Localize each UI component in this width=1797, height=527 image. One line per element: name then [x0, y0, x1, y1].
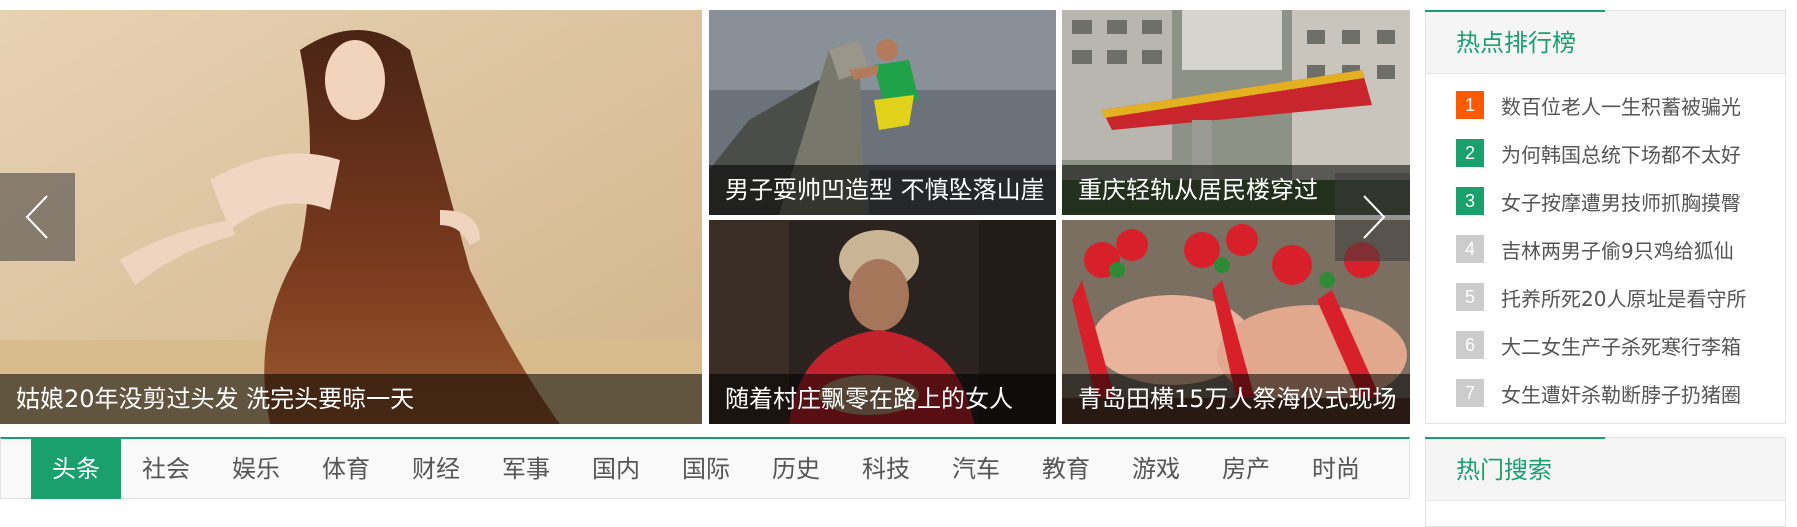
tile-1[interactable]: 男子耍帅凹造型 不慎坠落山崖 — [709, 10, 1056, 215]
rank-item[interactable]: 6 大二女生产子杀死寒行李箱 — [1456, 330, 1766, 360]
chevron-left-icon — [25, 195, 48, 239]
hot-search-panel: 热门搜索 — [1425, 437, 1786, 527]
rank-item[interactable]: 3 女子按摩遭男技师抓胸摸臀 — [1456, 186, 1766, 216]
tab-5[interactable]: 军事 — [481, 439, 571, 499]
tab-3[interactable]: 体育 — [301, 439, 391, 499]
tab-1[interactable]: 社会 — [121, 439, 211, 499]
tab-2[interactable]: 娱乐 — [211, 439, 301, 499]
chevron-right-icon — [1362, 195, 1385, 239]
rank-title-link[interactable]: 大二女生产子杀死寒行李箱 — [1501, 331, 1741, 360]
category-tabs: 头条 社会 娱乐 体育 财经 军事 国内 国际 历史 科技 汽车 教育 游戏 房产 时尚 — [0, 437, 1410, 499]
tile-4-caption: 青岛田横15万人祭海仪式现场 — [1062, 374, 1410, 424]
tab-10[interactable]: 汽车 — [931, 439, 1021, 499]
hot-search-title: 热门搜索 — [1456, 456, 1552, 484]
rank-item[interactable]: 5 托养所死20人原址是看守所 — [1456, 282, 1766, 312]
rank-title-link[interactable]: 为何韩国总统下场都不太好 — [1501, 139, 1741, 168]
rank-item[interactable]: 2 为何韩国总统下场都不太好 — [1456, 138, 1766, 168]
rank-item[interactable]: 7 女生遭奸杀勒断脖子扔猪圈 — [1456, 378, 1766, 408]
tab-13[interactable]: 房产 — [1201, 439, 1291, 499]
main-slide-caption: 姑娘20年没剪过头发 洗完头要晾一天 — [0, 374, 702, 424]
rank-number: 4 — [1456, 235, 1484, 263]
rank-title-link[interactable]: 吉林两男子偷9只鸡给狐仙 — [1501, 235, 1734, 264]
tile-3[interactable]: 随着村庄飘零在路上的女人 — [709, 220, 1056, 424]
hot-rank-panel: 热点排行榜 1 数百位老人一生积蓄被骗光 2 为何韩国总统下场都不太好 3 女子按摩遭男技… — [1425, 10, 1786, 424]
rank-item[interactable]: 1 数百位老人一生积蓄被骗光 — [1456, 90, 1766, 120]
slider-prev-button[interactable] — [0, 173, 75, 261]
main-slide-image — [0, 10, 702, 424]
hot-search-header: 热门搜索 — [1425, 437, 1785, 501]
slider-next-button[interactable] — [1335, 173, 1410, 261]
tab-14[interactable]: 时尚 — [1291, 439, 1381, 499]
rank-title-link[interactable]: 托养所死20人原址是看守所 — [1501, 283, 1746, 312]
tab-9[interactable]: 科技 — [841, 439, 931, 499]
tab-11[interactable]: 教育 — [1021, 439, 1111, 499]
rank-number: 1 — [1456, 91, 1484, 119]
tile-3-caption: 随着村庄飘零在路上的女人 — [709, 374, 1056, 424]
rank-title-link[interactable]: 数百位老人一生积蓄被骗光 — [1501, 91, 1741, 120]
tab-6[interactable]: 国内 — [571, 439, 661, 499]
rank-number: 7 — [1456, 379, 1484, 407]
hot-rank-header: 热点排行榜 — [1425, 10, 1785, 74]
rank-title-link[interactable]: 女生遭奸杀勒断脖子扔猪圈 — [1501, 379, 1741, 408]
hot-rank-title: 热点排行榜 — [1456, 29, 1576, 57]
rank-number: 6 — [1456, 331, 1484, 359]
tab-7[interactable]: 国际 — [661, 439, 751, 499]
tab-8[interactable]: 历史 — [751, 439, 841, 499]
tab-12[interactable]: 游戏 — [1111, 439, 1201, 499]
rank-item[interactable]: 4 吉林两男子偷9只鸡给狐仙 — [1456, 234, 1766, 264]
main-slide[interactable]: 姑娘20年没剪过头发 洗完头要晾一天 — [0, 10, 702, 424]
tile-1-caption: 男子耍帅凹造型 不慎坠落山崖 — [709, 165, 1056, 215]
rank-number: 3 — [1456, 187, 1484, 215]
rank-number: 2 — [1456, 139, 1484, 167]
rank-title-link[interactable]: 女子按摩遭男技师抓胸摸臀 — [1501, 187, 1741, 216]
tab-0[interactable]: 头条 — [31, 439, 121, 499]
tab-4[interactable]: 财经 — [391, 439, 481, 499]
rank-number: 5 — [1456, 283, 1484, 311]
